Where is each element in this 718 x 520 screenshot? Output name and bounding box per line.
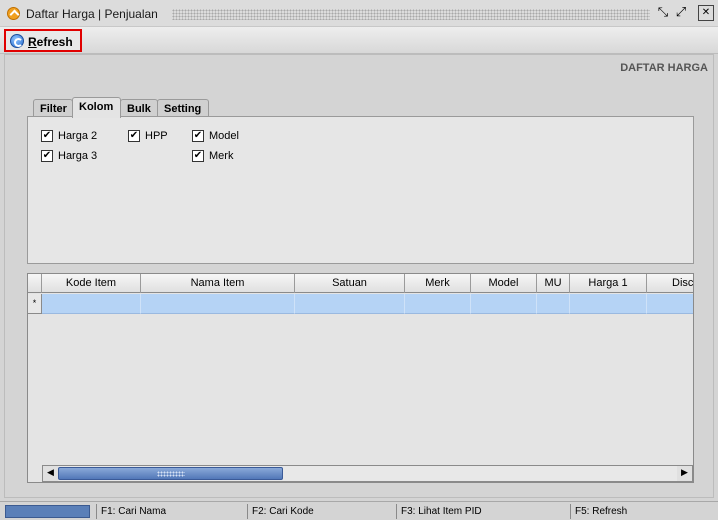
window-title: Daftar Harga | Penjualan	[26, 7, 158, 21]
price-list-grid[interactable]: Kode Item Nama Item Satuan Merk Model MU…	[27, 273, 694, 483]
checkbox-check-icon: ✔	[192, 130, 204, 142]
tab-kolom[interactable]: Kolom	[72, 97, 121, 118]
checkbox-check-icon: ✔	[192, 150, 204, 162]
panel-title: DAFTAR HARGA	[620, 62, 708, 74]
table-cell[interactable]	[295, 294, 405, 314]
row-indicator-header	[28, 274, 42, 293]
tab-setting[interactable]: Setting	[157, 99, 209, 117]
window-titlebar: Daftar Harga | Penjualan ⤡ ⤢ ✕	[0, 0, 718, 27]
status-shortcut-f1: F1: Cari Nama	[96, 504, 246, 519]
column-header-harga-1[interactable]: Harga 1	[570, 274, 647, 293]
refresh-button[interactable]: Refresh	[4, 29, 82, 52]
status-shortcut-f3: F3: Lihat Item PID	[396, 504, 569, 519]
status-shortcut-f2: F2: Cari Kode	[247, 504, 395, 519]
tab-bulk[interactable]: Bulk	[120, 99, 158, 117]
status-progress-indicator	[5, 505, 90, 518]
column-header-nama-item[interactable]: Nama Item	[141, 274, 295, 293]
refresh-button-label: Refresh	[28, 35, 73, 49]
column-header-disc[interactable]: Disc	[647, 274, 693, 293]
column-header-mu[interactable]: MU	[537, 274, 570, 293]
toolbar: Refresh	[0, 27, 718, 54]
app-icon	[7, 7, 20, 20]
scrollbar-thumb[interactable]	[58, 467, 283, 480]
restore-window-icon[interactable]: ⤡	[655, 5, 671, 21]
checkbox-check-icon: ✔	[128, 130, 140, 142]
table-cell[interactable]	[141, 294, 295, 314]
table-cell[interactable]	[405, 294, 471, 314]
maximize-window-icon[interactable]: ⤢	[673, 5, 689, 21]
scroll-right-icon[interactable]: ▶	[677, 466, 692, 481]
titlebar-grip[interactable]	[172, 9, 650, 20]
new-row-marker: *	[28, 294, 42, 314]
grid-horizontal-scrollbar[interactable]: ◀ ▶	[42, 465, 693, 482]
refresh-icon	[10, 34, 24, 48]
column-header-satuan[interactable]: Satuan	[295, 274, 405, 293]
table-cell[interactable]	[570, 294, 647, 314]
column-header-merk[interactable]: Merk	[405, 274, 471, 293]
table-cell[interactable]	[471, 294, 537, 314]
checkbox-check-icon: ✔	[41, 150, 53, 162]
close-window-icon[interactable]: ✕	[698, 5, 714, 21]
column-header-kode-item[interactable]: Kode Item	[42, 274, 141, 293]
tab-filter[interactable]: Filter	[33, 99, 73, 117]
checkbox-check-icon: ✔	[41, 130, 53, 142]
column-header-model[interactable]: Model	[471, 274, 537, 293]
table-cell[interactable]	[537, 294, 570, 314]
table-cell[interactable]	[647, 294, 693, 314]
scroll-left-icon[interactable]: ◀	[43, 466, 58, 481]
table-row-new[interactable]: *	[28, 294, 693, 314]
grid-header: Kode Item Nama Item Satuan Merk Model MU…	[28, 274, 693, 293]
status-bar: F1: Cari Nama F2: Cari Kode F3: Lihat It…	[0, 501, 718, 520]
table-cell[interactable]	[42, 294, 141, 314]
status-shortcut-f5: F5: Refresh	[570, 504, 714, 519]
